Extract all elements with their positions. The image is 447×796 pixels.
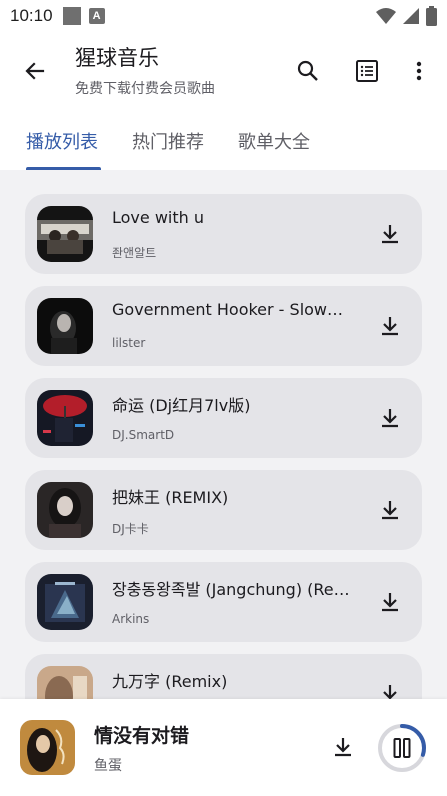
play-pause-button[interactable]: [376, 722, 428, 774]
wifi-icon: [376, 8, 396, 24]
download-icon: [382, 225, 398, 244]
album-cover: [37, 206, 93, 262]
more-vert-icon: [416, 61, 422, 81]
status-indicators: [376, 6, 437, 26]
album-cover: [37, 298, 93, 354]
song-title: Love with u: [112, 208, 204, 227]
song-title: 把妹王 (REMIX): [112, 488, 229, 507]
search-icon: [297, 60, 318, 81]
status-bar: 10:10 A: [0, 0, 447, 32]
song-artist: Arkins: [112, 612, 150, 626]
download-button[interactable]: [372, 216, 408, 252]
song-title: 命运 (Dj红月7lv版): [112, 396, 251, 415]
album-cover: [37, 574, 93, 630]
song-title: 九万字 (Remix): [112, 672, 228, 691]
download-icon: [382, 409, 398, 428]
song-artist: DJ卡卡: [112, 522, 149, 536]
download-icon: [382, 317, 398, 336]
song-artist: lilster: [112, 336, 146, 350]
song-title: Government Hooker - Slowed + Reverb: [112, 300, 352, 319]
list-item[interactable]: Love with u 좐앤알트: [25, 194, 422, 274]
app-bar: 猩球音乐 免费下载付费会员歌曲: [0, 32, 447, 110]
more-options-button[interactable]: [399, 52, 439, 90]
back-button[interactable]: [16, 52, 54, 90]
now-playing-artist: 鱼蛋: [94, 758, 122, 774]
playlist-button[interactable]: [348, 52, 386, 90]
download-button[interactable]: [372, 584, 408, 620]
tab-playlist[interactable]: 播放列表: [26, 128, 98, 154]
download-button[interactable]: [372, 676, 408, 699]
now-playing-title: 情没有对错: [94, 725, 190, 747]
app-title: 猩球音乐: [75, 46, 159, 70]
status-badge-icon: A: [88, 8, 105, 24]
download-icon: [335, 738, 351, 757]
list-item[interactable]: Government Hooker - Slowed + Reverb lils…: [25, 286, 422, 366]
download-icon: [382, 593, 398, 612]
download-button[interactable]: [372, 400, 408, 436]
app-subtitle: 免费下载付费会员歌曲: [75, 81, 215, 97]
now-playing-cover: [20, 720, 75, 775]
album-cover: [37, 666, 93, 699]
signal-icon: [403, 8, 419, 24]
tab-playlist-collection[interactable]: 歌单大全: [238, 128, 310, 154]
list-item[interactable]: 把妹王 (REMIX) DJ卡卡: [25, 470, 422, 550]
list-item[interactable]: 장충동왕족발 (Jangchung) (Remix) Arkins: [25, 562, 422, 642]
search-button[interactable]: [289, 52, 327, 90]
download-icon: [382, 501, 398, 520]
album-cover: [37, 390, 93, 446]
song-title: 장충동왕족발 (Jangchung) (Remix): [112, 580, 352, 599]
tab-hot-recommend[interactable]: 热门推荐: [132, 128, 204, 154]
song-list: Love with u 좐앤알트 Government Hooker - Slo…: [0, 170, 447, 699]
download-icon: [383, 685, 397, 699]
album-cover: [37, 482, 93, 538]
pause-icon: [393, 738, 411, 758]
list-item[interactable]: 命运 (Dj红月7lv版) DJ.SmartD: [25, 378, 422, 458]
notification-square-icon: [62, 7, 81, 25]
list-item[interactable]: 九万字 (Remix): [25, 654, 422, 699]
battery-icon: [426, 6, 437, 26]
tab-bar: 播放列表 热门推荐 歌单大全: [0, 110, 447, 170]
song-artist: 좐앤알트: [112, 246, 157, 260]
download-button[interactable]: [372, 308, 408, 344]
now-playing-download-button[interactable]: [325, 729, 361, 765]
list-icon: [356, 60, 378, 82]
song-artist: DJ.SmartD: [112, 428, 175, 442]
status-time: 10:10: [10, 6, 53, 25]
download-button[interactable]: [372, 492, 408, 528]
now-playing-bar[interactable]: 情没有对错 鱼蛋: [0, 699, 447, 796]
arrow-left-icon: [25, 62, 45, 80]
